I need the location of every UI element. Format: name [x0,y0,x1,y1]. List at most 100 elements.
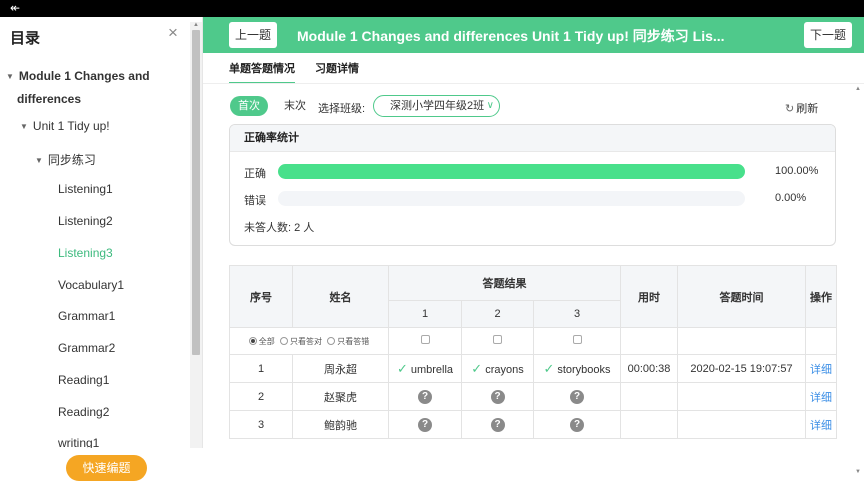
check-icon: ✓ [543,360,555,376]
sidebar-scrollbar[interactable]: ▲ [190,22,202,453]
tree-node-label: Unit 1 Tidy up! [32,119,110,133]
q1-filter-cell [388,327,462,355]
q3-filter-cell [533,327,621,355]
caret-down-icon: ▼ [35,156,43,166]
results-table: 序号 姓名 答题结果 用时 答题时间 操作 1 2 3 全部 只看答对 只看答错… [229,265,837,439]
col-header-time-used: 用时 [620,265,678,328]
student-name: 周永超 [292,354,389,383]
answer-cell: ✓ crayons [461,354,534,383]
q3-checkbox[interactable] [572,335,582,344]
q1-checkbox[interactable] [420,335,430,344]
class-select-value: 深测小学四年级2班 [390,100,485,112]
filter-row: 全部 只看答对 只看答错 [229,327,837,355]
col-header-q3: 3 [533,300,621,328]
answer-cell: ✓ umbrella [388,354,462,383]
tree-node-unit[interactable]: ▼ Unit 1 Tidy up! [20,119,110,133]
check-icon: ✓ [471,360,483,376]
student-name: 鲍韵驰 [292,410,389,439]
close-icon[interactable]: × [168,24,178,42]
detail-link[interactable]: 详细 [805,382,837,411]
tree-node-label: 同步练习 [47,153,96,167]
tree-item-listening2[interactable]: Listening2 [58,214,113,228]
refresh-button[interactable]: ↻ 刷新 [785,100,818,116]
answer-cell: ? [388,410,462,439]
tree-node-practice[interactable]: ▼ 同步练习 [35,151,96,168]
tree-item-grammar2[interactable]: Grammar2 [58,341,115,355]
accuracy-card: 正确率统计 正确 100.00% 错误 0.00% 未答人数: 2 人 [229,124,836,246]
tree-item-reading2[interactable]: Reading2 [58,405,109,419]
answer-cell: ? [533,382,621,411]
tree-item-listening1[interactable]: Listening1 [58,182,113,196]
table-row: 2 赵聚虎 ? ? ? 详细 [229,382,837,411]
student-name: 赵聚虎 [292,382,389,411]
correct-progress-fill [278,164,745,179]
question-header: 上一题 Module 1 Changes and differences Uni… [203,17,864,53]
correct-progress-bar [278,164,745,179]
answer-filter-radios: 全部 只看答对 只看答错 [229,327,389,355]
col-header-action: 操作 [805,265,837,328]
row-index: 3 [229,410,293,439]
question-mark-icon: ? [570,389,584,404]
main-scrollbar[interactable]: ▲ ▼ [852,84,864,481]
wrong-progress-bar [278,191,745,206]
first-attempt-button[interactable]: 首次 [230,96,268,116]
tab-divider [203,83,864,84]
refresh-icon: ↻ [785,103,795,115]
tree-node-module[interactable]: ▼ Module 1 Changes and differences [6,65,150,110]
question-title: Module 1 Changes and differences Unit 1 … [297,28,725,44]
radio-wrong-only-label: 只看答错 [337,336,370,346]
answer-text: umbrella [410,363,454,376]
class-select[interactable]: 深测小学四年级2班 ∨ [373,95,500,117]
caret-down-icon: ▼ [6,71,14,81]
correct-label: 正确 [244,168,266,180]
check-icon: ✓ [396,360,408,376]
question-mark-icon: ? [570,417,584,432]
detail-link[interactable]: 详细 [805,354,837,383]
tree-node-label-cont: differences [17,91,82,106]
accuracy-card-title: 正确率统计 [230,125,835,152]
answer-time: 2020-02-15 19:07:57 [677,354,806,383]
correct-percent: 100.00% [775,165,819,177]
answer-text: crayons [485,363,524,376]
tab-single-question-stats[interactable]: 单题答题情况 [229,60,295,84]
next-question-button[interactable]: 下一题 [804,22,853,48]
sidebar-title: 目录 [10,30,41,47]
tree-item-reading1[interactable]: Reading1 [58,373,109,387]
q2-filter-cell [461,327,534,355]
scroll-up-icon[interactable]: ▲ [855,86,861,92]
answer-cell: ? [388,382,462,411]
tab-question-details[interactable]: 习题详情 [315,60,359,82]
radio-correct-only[interactable] [280,337,288,346]
last-attempt-button[interactable]: 末次 [276,96,314,116]
col-header-answer-time: 答题时间 [677,265,806,328]
answer-cell: ? [461,382,534,411]
radio-all[interactable] [248,337,257,346]
question-mark-icon: ? [418,417,432,432]
sidebar: 目录 × ▼ Module 1 Changes and differences ▼… [0,17,203,481]
col-header-result: 答题结果 [388,265,621,301]
class-select-label: 选择班级: [318,103,366,115]
scroll-up-icon[interactable]: ▲ [193,22,199,28]
radio-wrong-only[interactable] [327,337,336,346]
sidebar-scroll-thumb[interactable] [192,30,200,355]
tree-item-listening3[interactable]: Listening3 [58,246,113,260]
wrong-label: 错误 [244,195,266,207]
scroll-down-icon[interactable]: ▼ [855,469,861,475]
sidebar-header: 目录 × [0,17,202,53]
row-index: 1 [229,354,293,383]
back-icon[interactable]: ↞ [10,1,20,15]
answer-cell: ✓ storybooks [533,354,621,383]
system-top-bar: ↞ [0,0,864,17]
q2-checkbox[interactable] [493,335,502,344]
caret-down-icon: ▼ [20,122,28,132]
table-row: 1 周永超 ✓ umbrella ✓ crayons ✓ storybooks 00:… [229,354,837,383]
col-header-name: 姓名 [292,265,389,328]
question-mark-icon: ? [418,389,432,404]
chevron-down-icon: ∨ [486,100,494,111]
quick-edit-button[interactable]: 快速编题 [66,455,147,481]
tree-item-grammar1[interactable]: Grammar1 [58,309,115,323]
detail-link[interactable]: 详细 [805,410,837,439]
prev-question-button[interactable]: 上一题 [229,22,278,48]
answer-cell: ? [533,410,621,439]
tree-item-vocabulary1[interactable]: Vocabulary1 [58,278,124,292]
